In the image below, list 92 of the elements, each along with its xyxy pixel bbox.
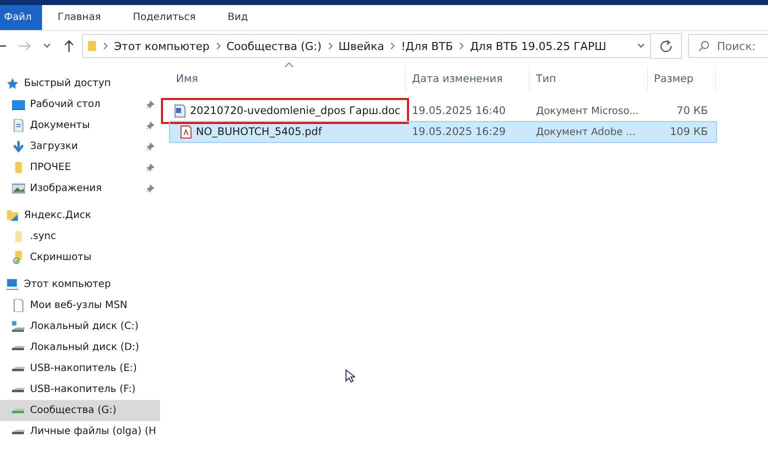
folder-icon bbox=[12, 251, 25, 264]
sidebar-label: Сообщества (G:) bbox=[30, 405, 116, 416]
sidebar-item[interactable]: Личные файлы (olga) (H bbox=[0, 421, 160, 442]
drive-icon bbox=[12, 386, 25, 392]
document-icon bbox=[12, 119, 25, 132]
pin-icon[interactable] bbox=[146, 163, 155, 172]
drive-icon bbox=[12, 408, 25, 414]
file-name: NO_BUHOTCH_5405.pdf bbox=[196, 126, 322, 138]
chevron-right-icon bbox=[103, 42, 108, 50]
sidebar-item[interactable]: Сообщества (G:) bbox=[0, 400, 160, 421]
sidebar-label: .sync bbox=[30, 231, 56, 242]
sidebar-label: ПРОЧЕЕ bbox=[30, 162, 71, 173]
pin-icon[interactable] bbox=[146, 184, 155, 193]
sidebar-item[interactable]: Яндекс.Диск bbox=[0, 205, 160, 226]
folder-icon bbox=[6, 209, 19, 222]
sidebar-item[interactable]: Мои веб-узлы MSN bbox=[0, 295, 160, 316]
download-arrow-icon bbox=[12, 140, 25, 153]
sort-caret-icon bbox=[284, 62, 294, 68]
pin-icon[interactable] bbox=[146, 142, 155, 151]
sidebar-item[interactable]: Изображения bbox=[0, 178, 160, 199]
pin-icon[interactable] bbox=[146, 121, 155, 130]
drive-icon bbox=[12, 366, 25, 372]
chevron-right-icon bbox=[216, 42, 220, 50]
drive-icon bbox=[12, 320, 25, 333]
sidebar-label: Быстрый доступ bbox=[24, 78, 111, 89]
file-row[interactable]: 20210720-uvedomlenie_dpos Гарш.doc 19.05.2025 16:40 Документ Microso... 70 КБ bbox=[170, 101, 716, 121]
drive-icon bbox=[12, 428, 25, 434]
breadcrumb[interactable]: Этот компьютер bbox=[114, 40, 210, 52]
ribbon-tab[interactable]: Файл bbox=[0, 5, 42, 30]
sidebar-item[interactable]: Этот компьютер bbox=[0, 274, 160, 295]
sidebar-label: Документы bbox=[30, 120, 90, 131]
column-header[interactable]: Тип bbox=[530, 66, 648, 92]
size-cell-text: 109 КБ bbox=[668, 125, 709, 140]
column-header[interactable]: Дата изменения bbox=[406, 66, 530, 92]
picture-icon bbox=[12, 182, 25, 195]
sidebar-item[interactable]: Быстрый доступ bbox=[0, 73, 160, 94]
sidebar-label: Мои веб-узлы MSN bbox=[30, 300, 128, 311]
sidebar-label: Изображения bbox=[30, 183, 102, 194]
breadcrumb[interactable]: !Для ВТБ bbox=[401, 40, 454, 52]
page-icon bbox=[12, 299, 25, 312]
size-cell-text: 70 КБ bbox=[676, 104, 709, 119]
sidebar-label: Яндекс.Диск bbox=[24, 210, 92, 221]
drive-icon bbox=[12, 344, 25, 350]
type-cell-text: Документ Adobe ... bbox=[535, 126, 636, 140]
file-row[interactable]: NO_BUHOTCH_5405.pdf 19.05.2025 16:29 Документ Adobe ... 109 КБ bbox=[170, 122, 716, 142]
chevron-right-icon bbox=[459, 42, 464, 50]
refresh-button[interactable] bbox=[650, 33, 682, 59]
address-bar[interactable]: Этот компьютер Сообщества (G:) Швейка !Для ВТБ Для ВТБ 19.05.25 ГАРШ bbox=[82, 34, 651, 58]
folder-icon bbox=[87, 40, 97, 52]
ribbon-tab[interactable]: Вид bbox=[212, 5, 264, 30]
sidebar-item[interactable]: Скриншоты bbox=[0, 247, 160, 268]
sidebar-label: Этот компьютер bbox=[24, 279, 111, 290]
sidebar-item[interactable]: Локальный диск (C:) bbox=[0, 316, 160, 337]
sidebar-item[interactable]: Рабочий стол bbox=[0, 94, 160, 115]
sidebar-item[interactable]: Документы bbox=[0, 115, 160, 136]
column-header[interactable]: Размер bbox=[648, 66, 716, 92]
ribbon-tab[interactable]: Поделиться bbox=[116, 5, 212, 30]
sidebar-item[interactable]: USB-накопитель (F:) bbox=[0, 379, 160, 400]
search-icon bbox=[698, 40, 710, 52]
sidebar-item[interactable]: USB-накопитель (E:) bbox=[0, 358, 160, 379]
date-cell-text: 19.05.2025 16:40 bbox=[411, 104, 507, 119]
pin-icon[interactable] bbox=[146, 100, 155, 109]
chevron-right-icon bbox=[390, 42, 396, 50]
sidebar-label: Загрузки bbox=[30, 141, 78, 152]
breadcrumb[interactable]: Для ВТБ 19.05.25 ГАРШ bbox=[470, 40, 606, 52]
star-icon bbox=[6, 77, 19, 90]
forward-arrow-icon[interactable] bbox=[18, 39, 32, 53]
column-header[interactable]: Имя bbox=[170, 66, 406, 92]
type-cell-text: Документ Microso... bbox=[535, 104, 640, 118]
sidebar-label: Личные файлы (olga) (H bbox=[30, 426, 156, 437]
up-arrow-icon[interactable] bbox=[62, 39, 76, 53]
breadcrumb[interactable]: Сообщества (G:) bbox=[226, 40, 322, 52]
refresh-icon bbox=[659, 39, 673, 53]
file-name: 20210720-uvedomlenie_dpos Гарш.doc bbox=[190, 105, 400, 117]
date-cell-text: 19.05.2025 16:29 bbox=[411, 125, 507, 140]
sidebar-label: Скриншоты bbox=[30, 252, 92, 263]
breadcrumb[interactable]: Швейка bbox=[338, 40, 384, 52]
monitor-icon bbox=[12, 98, 25, 111]
sidebar-item[interactable]: .sync bbox=[0, 226, 160, 247]
sidebar-item[interactable]: ПРОЧЕЕ bbox=[0, 157, 160, 178]
sidebar-label: USB-накопитель (E:) bbox=[30, 363, 137, 374]
sidebar-item[interactable]: Загрузки bbox=[0, 136, 160, 157]
computer-icon bbox=[6, 278, 19, 291]
sidebar-label: Локальный диск (C:) bbox=[30, 321, 138, 332]
sidebar-item[interactable]: Локальный диск (D:) bbox=[0, 337, 160, 358]
sidebar-label: Рабочий стол bbox=[30, 99, 100, 110]
ribbon-tab[interactable]: Главная bbox=[42, 5, 117, 30]
chevron-right-icon bbox=[328, 42, 333, 50]
sidebar-label: Локальный диск (D:) bbox=[30, 342, 140, 353]
search-field[interactable]: Поиск: bbox=[688, 34, 768, 58]
sidebar-label: USB-накопитель (F:) bbox=[30, 384, 136, 395]
mouse-cursor-icon bbox=[345, 369, 355, 383]
